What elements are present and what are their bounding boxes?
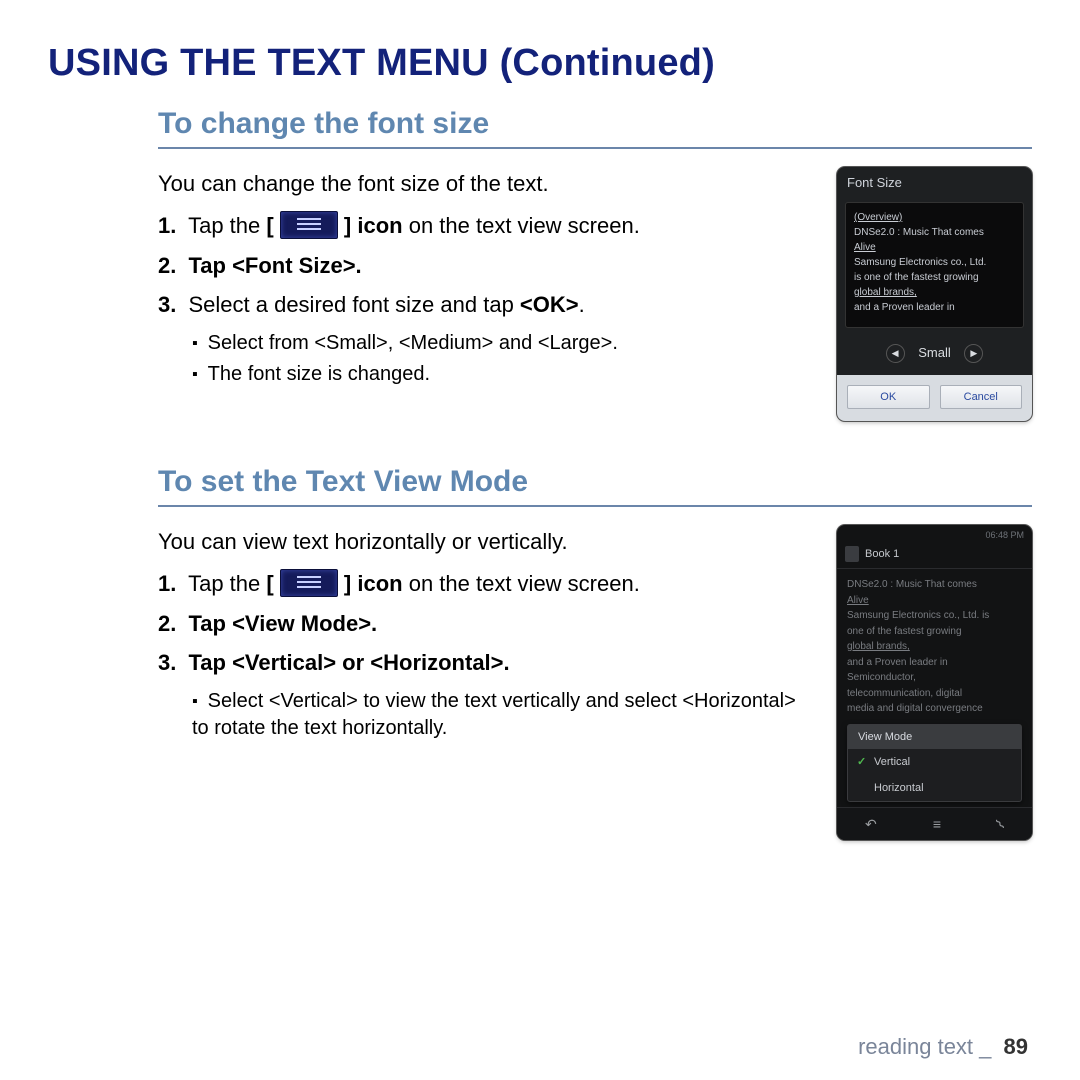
mock-line: DNSe2.0 : Music That comes [854, 227, 984, 238]
mock-line: one of the fastest growing [847, 626, 962, 637]
device-mock-view-mode: 06:48 PM Book 1 DNSe2.0 : Music That com… [837, 525, 1032, 840]
section-intro: You can view text horizontally or vertic… [158, 529, 813, 555]
section-heading: To set the Text View Mode [158, 465, 1032, 499]
popup-option-horizontal[interactable]: Horizontal [848, 775, 1021, 801]
list-item: Select from <Small>, <Medium> and <Large… [192, 330, 813, 357]
section-intro: You can change the font size of the text… [158, 171, 813, 197]
popup-title: View Mode [848, 725, 1021, 749]
back-icon[interactable]: ↶ [865, 816, 877, 833]
mock-line: global brands, [847, 641, 910, 652]
mock-line: Alive [854, 242, 876, 253]
list-item: 3. Select a desired font size and tap <O… [158, 290, 813, 320]
list-item: The font size is changed. [192, 361, 813, 388]
mock-line: DNSe2.0 : Music That comes [847, 579, 977, 590]
menu-icon [280, 569, 338, 597]
attachment-icon[interactable]: ⌇ [992, 815, 1008, 832]
mock-line: and a Proven leader in [854, 302, 955, 313]
step-number: 2. [158, 253, 176, 278]
list-item: 2. Tap <Font Size>. [158, 251, 813, 281]
step-text: Tap <View Mode>. [188, 611, 377, 636]
list-item: 1. Tap the [ ] icon on the text view scr… [158, 569, 813, 599]
document-icon [845, 546, 859, 562]
chevron-right-icon[interactable]: ▶ [964, 344, 983, 363]
mock-line: Semiconductor, [847, 672, 916, 683]
mock-selector-value: Small [918, 345, 951, 360]
step-text: Tap the [ ] icon on the text view screen… [188, 213, 640, 238]
step-number: 1. [158, 571, 176, 596]
divider [158, 505, 1032, 507]
mock-title: Book 1 [865, 548, 899, 560]
step-text: Tap <Vertical> or <Horizontal>. [188, 650, 509, 675]
section-heading: To change the font size [158, 107, 1032, 141]
mock-line: (Overview) [854, 212, 902, 223]
step-number: 1. [158, 213, 176, 238]
mock-text-area: (Overview) DNSe2.0 : Music That comes Al… [845, 202, 1024, 328]
mock-selector[interactable]: ◀ Small ▶ [837, 334, 1032, 375]
page-number: 89 [1004, 1034, 1028, 1059]
mock-line: is one of the fastest growing [854, 272, 979, 283]
list-item: 3. Tap <Vertical> or <Horizontal>. [158, 648, 813, 678]
step-text: Tap the [ ] icon on the text view screen… [188, 571, 640, 596]
view-mode-popup: View Mode Vertical Horizontal [847, 724, 1022, 802]
mock-line: global brands, [854, 287, 917, 298]
mock-title: Font Size [837, 167, 1032, 196]
page-title: USING THE TEXT MENU (Continued) [48, 42, 1032, 85]
step-number: 3. [158, 650, 176, 675]
list-item: 1. Tap the [ ] icon on the text view scr… [158, 211, 813, 241]
mock-line: and a Proven leader in [847, 657, 948, 668]
list-item: Select <Vertical> to view the text verti… [192, 688, 813, 742]
mock-line: telecommunication, digital [847, 688, 962, 699]
device-mock-font-size: Font Size (Overview) DNSe2.0 : Music Tha… [837, 167, 1032, 421]
mock-line: Samsung Electronics co., Ltd. [854, 257, 986, 268]
mock-line: Samsung Electronics co., Ltd. is [847, 610, 989, 621]
step-text: Select a desired font size and tap <OK>. [188, 292, 584, 317]
step-text: Tap <Font Size>. [188, 253, 361, 278]
step-number: 3. [158, 292, 176, 317]
menu-icon [280, 211, 338, 239]
menu-icon[interactable]: ≡ [933, 816, 941, 832]
list-item: 2. Tap <View Mode>. [158, 609, 813, 639]
cancel-button[interactable]: Cancel [940, 385, 1023, 409]
status-time: 06:48 PM [985, 530, 1024, 540]
footer-label: reading text _ [858, 1034, 991, 1059]
popup-option-vertical[interactable]: Vertical [848, 749, 1021, 775]
mock-line: media and digital convergence [847, 703, 983, 714]
mock-line: Alive [847, 595, 869, 606]
chevron-left-icon[interactable]: ◀ [886, 344, 905, 363]
page-footer: reading text _ 89 [858, 1034, 1028, 1060]
step-number: 2. [158, 611, 176, 636]
ok-button[interactable]: OK [847, 385, 930, 409]
divider [158, 147, 1032, 149]
